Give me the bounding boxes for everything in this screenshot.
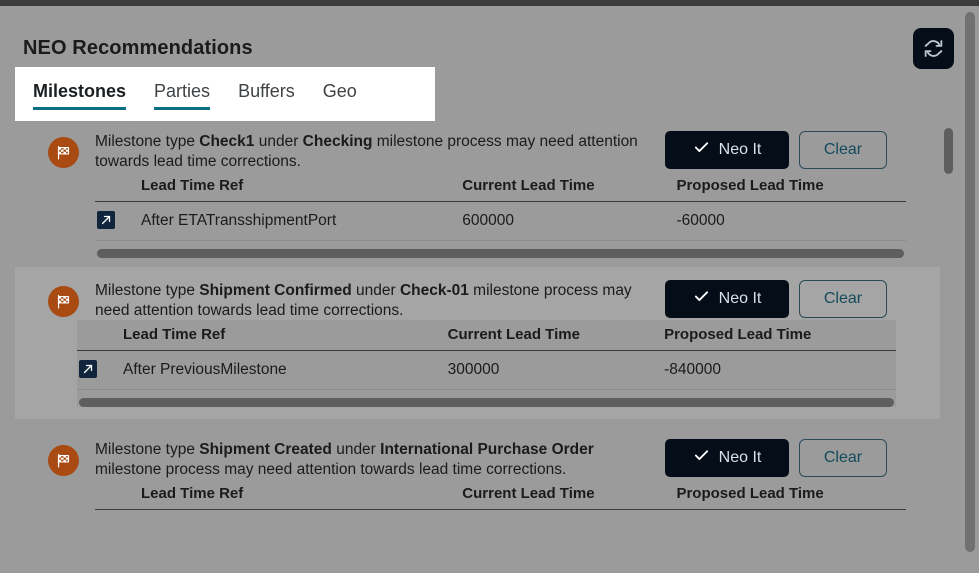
text-prefix: Milestone type (95, 441, 200, 458)
refresh-button[interactable] (913, 28, 954, 69)
col-proposed-lead-time: Proposed Lead Time (676, 171, 906, 202)
clear-button[interactable]: Clear (799, 131, 887, 169)
neo-it-label: Neo It (718, 449, 762, 466)
tab-milestones[interactable]: Milestones (33, 67, 127, 111)
col-proposed-lead-time: Proposed Lead Time (676, 479, 906, 510)
process-name: International Purchase Order (380, 441, 594, 458)
checkered-flag-icon (48, 137, 79, 168)
tab-geo[interactable]: Geo (323, 67, 357, 111)
open-arrow-icon[interactable] (79, 360, 97, 378)
cell-proposed-lead-time: -60000 (676, 201, 906, 241)
col-current-lead-time: Current Lead Time (462, 479, 677, 510)
table-horizontal-scrollbar-thumb[interactable] (79, 398, 894, 407)
table-header-row: Lead Time Ref Current Lead Time Proposed… (95, 171, 906, 202)
recommendation-card[interactable]: Milestone type Shipment Confirmed under … (15, 267, 940, 419)
cell-lead-time-ref: After PreviousMilestone (123, 350, 448, 390)
list-vertical-scrollbar[interactable] (944, 120, 953, 560)
check-icon (693, 139, 710, 161)
clear-label: Clear (823, 141, 863, 158)
table-row[interactable]: After ETATransshipmentPort 600000 -60000 (95, 201, 906, 241)
refresh-sync-icon (923, 38, 944, 59)
card-description: Milestone type Shipment Confirmed under … (95, 279, 655, 320)
text-prefix: Milestone type (95, 282, 200, 299)
milestone-type: Check1 (199, 133, 255, 150)
lead-time-table-wrap: Lead Time Ref Current Lead Time Proposed… (95, 171, 906, 258)
list-vertical-scrollbar-thumb[interactable] (944, 128, 953, 174)
tab-buffers-label: Buffers (238, 81, 295, 101)
lead-time-table-wrap: Lead Time Ref Current Lead Time Proposed… (95, 479, 906, 510)
cell-current-lead-time: 600000 (462, 201, 677, 241)
table-row[interactable]: After PreviousMilestone 300000 -840000 (77, 350, 896, 390)
lead-time-table: Lead Time Ref Current Lead Time Proposed… (95, 171, 906, 241)
neo-it-label: Neo It (718, 141, 762, 158)
card-description: Milestone type Check1 under Checking mil… (95, 130, 655, 171)
lead-time-table: Lead Time Ref Current Lead Time Proposed… (77, 320, 896, 390)
table-header-row: Lead Time Ref Current Lead Time Proposed… (95, 479, 906, 510)
text-mid: under (351, 282, 400, 299)
neo-it-button[interactable]: Neo It (665, 439, 789, 477)
lead-time-table-wrap: Lead Time Ref Current Lead Time Proposed… (77, 320, 896, 407)
open-arrow-icon[interactable] (97, 211, 115, 229)
clear-label: Clear (823, 449, 863, 466)
row-icon-cell (77, 350, 123, 390)
table-horizontal-scrollbar[interactable] (77, 398, 896, 407)
card-actions: Neo It Clear (665, 130, 887, 169)
text-prefix: Milestone type (95, 133, 200, 150)
tab-buffers[interactable]: Buffers (238, 67, 295, 111)
check-icon (693, 447, 710, 469)
col-icon (95, 479, 141, 510)
card-actions: Neo It Clear (665, 438, 887, 477)
clear-button[interactable]: Clear (799, 280, 887, 318)
card-description: Milestone type Shipment Created under In… (95, 438, 655, 479)
page-vertical-scrollbar-thumb[interactable] (965, 12, 975, 552)
cell-lead-time-ref: After ETATransshipmentPort (141, 201, 463, 241)
process-name: Checking (302, 133, 373, 150)
col-lead-time-ref: Lead Time Ref (123, 320, 448, 351)
checkered-flag-icon (48, 445, 79, 476)
col-lead-time-ref: Lead Time Ref (141, 171, 463, 202)
tab-parties[interactable]: Parties (154, 67, 211, 111)
recommendation-card[interactable]: Milestone type Check1 under Checking mil… (15, 120, 940, 258)
milestone-type: Shipment Confirmed (199, 282, 352, 299)
neo-recommendations-overlay: NEO Recommendations Milestones Parties B… (6, 6, 973, 573)
process-name: Check-01 (399, 282, 469, 299)
check-icon (693, 288, 710, 310)
card-header: Milestone type Shipment Confirmed under … (15, 279, 940, 320)
table-horizontal-scrollbar-thumb[interactable] (97, 249, 904, 258)
tab-parties-label: Parties (154, 81, 211, 101)
neo-it-button[interactable]: Neo It (665, 131, 789, 169)
col-current-lead-time: Current Lead Time (462, 171, 677, 202)
row-icon-cell (95, 201, 141, 241)
recommendation-card[interactable]: Milestone type Shipment Created under In… (15, 428, 940, 549)
cell-proposed-lead-time: -840000 (664, 350, 896, 390)
clear-label: Clear (823, 290, 863, 307)
table-header-row: Lead Time Ref Current Lead Time Proposed… (77, 320, 896, 351)
card-actions: Neo It Clear (665, 279, 887, 318)
col-current-lead-time: Current Lead Time (447, 320, 665, 351)
col-icon (77, 320, 123, 351)
recommendations-list: Milestone type Check1 under Checking mil… (15, 120, 940, 573)
tab-bar: Milestones Parties Buffers Geo (15, 67, 435, 121)
col-proposed-lead-time: Proposed Lead Time (664, 320, 896, 351)
page-vertical-scrollbar[interactable] (965, 12, 975, 568)
tab-geo-label: Geo (322, 81, 357, 101)
table-horizontal-scrollbar[interactable] (95, 249, 906, 258)
text-mid: under (254, 133, 303, 150)
card-header: Milestone type Check1 under Checking mil… (15, 130, 940, 171)
text-mid: under (331, 441, 381, 458)
clear-button[interactable]: Clear (799, 439, 887, 477)
checkered-flag-icon (48, 286, 79, 317)
app-root: NEO Recommendations Milestones Parties B… (0, 0, 979, 573)
cell-current-lead-time: 300000 (447, 350, 665, 390)
col-lead-time-ref: Lead Time Ref (141, 479, 463, 510)
tab-milestones-label: Milestones (33, 81, 127, 101)
neo-it-button[interactable]: Neo It (665, 280, 789, 318)
page-title: NEO Recommendations (23, 37, 253, 59)
text-suffix: milestone process may need attention tow… (95, 460, 567, 478)
neo-it-label: Neo It (718, 290, 762, 307)
col-icon (95, 171, 141, 202)
card-header: Milestone type Shipment Created under In… (15, 438, 940, 479)
milestone-type: Shipment Created (199, 441, 332, 458)
lead-time-table: Lead Time Ref Current Lead Time Proposed… (95, 479, 906, 510)
